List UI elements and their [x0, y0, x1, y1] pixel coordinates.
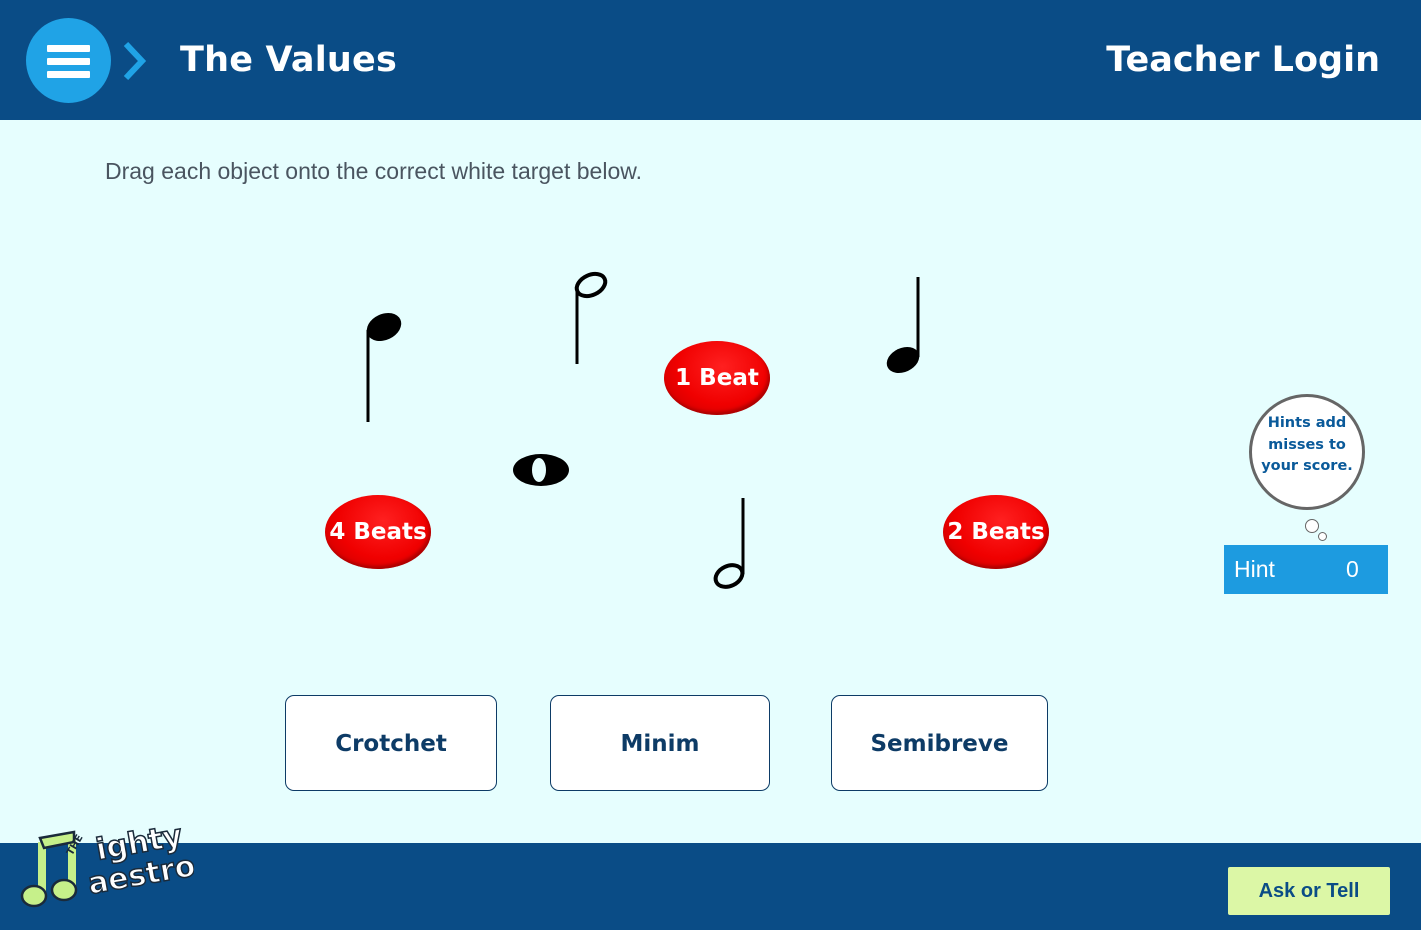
hint-label: Hint	[1234, 556, 1275, 582]
instruction-text: Drag each object onto the correct white …	[105, 158, 642, 184]
teacher-login-link[interactable]: Teacher Login	[1106, 40, 1380, 80]
target-crotchet[interactable]: Crotchet	[285, 695, 497, 791]
header-bar: The Values Teacher Login	[0, 0, 1421, 120]
menu-button[interactable]	[26, 18, 111, 103]
minim-icon[interactable]	[712, 496, 750, 594]
hamburger-icon-line	[47, 71, 90, 78]
hint-thought-bubble: Hints add misses to your score.	[1249, 394, 1365, 510]
beat-label-2-beats[interactable]: 2 Beats	[943, 495, 1049, 569]
hamburger-icon	[47, 45, 90, 52]
ask-or-tell-button[interactable]: Ask or Tell	[1228, 867, 1390, 915]
beat-label-1-beat[interactable]: 1 Beat	[664, 341, 770, 415]
semibreve-icon[interactable]	[510, 451, 572, 489]
hint-button[interactable]: Hint 0	[1224, 545, 1388, 594]
crotchet-icon[interactable]	[884, 275, 924, 379]
mighty-maestro-logo: THE ighty aestro	[20, 820, 194, 908]
footer-bar	[0, 843, 1421, 930]
crotchet-icon[interactable]	[362, 308, 406, 426]
page-title: The Values	[180, 40, 397, 80]
target-semibreve[interactable]: Semibreve	[831, 695, 1048, 791]
target-minim[interactable]: Minim	[550, 695, 770, 791]
hint-count: 0	[1346, 556, 1359, 582]
hamburger-icon-line	[47, 58, 90, 65]
chevron-right-icon[interactable]	[118, 40, 150, 82]
beat-label-4-beats[interactable]: 4 Beats	[325, 495, 431, 569]
thought-bubble-dot	[1318, 532, 1327, 541]
thought-bubble-dot	[1305, 519, 1319, 533]
minim-icon[interactable]	[570, 268, 610, 368]
